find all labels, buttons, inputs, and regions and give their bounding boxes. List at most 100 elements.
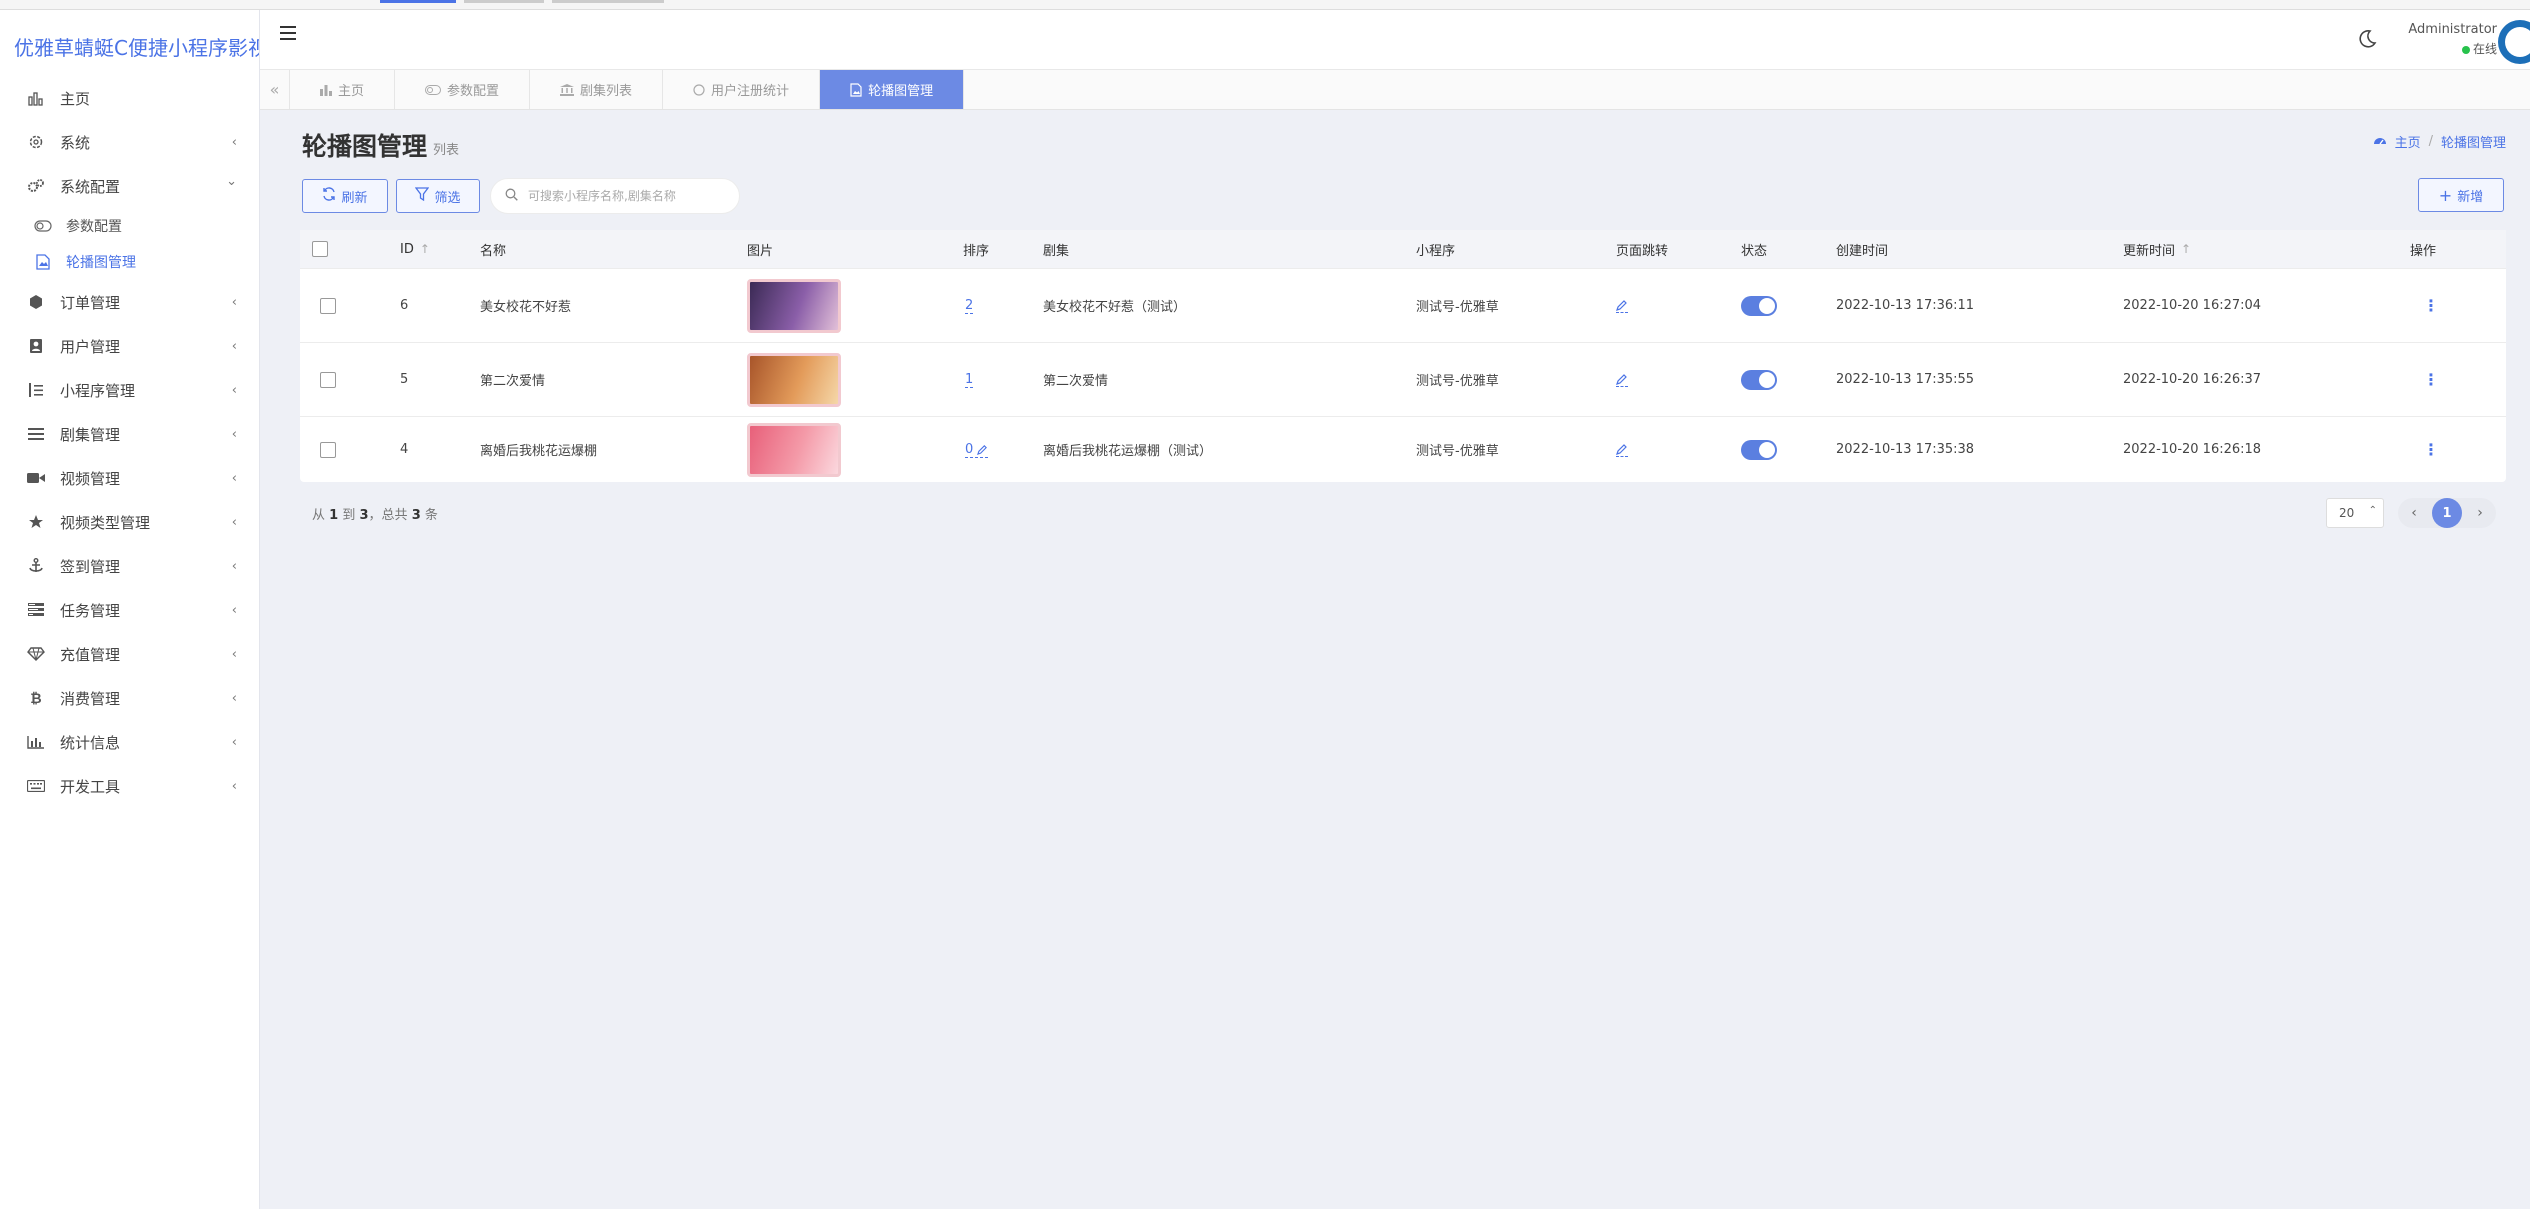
sidebar-item-label: 主页	[60, 89, 91, 108]
caret-up-icon: ⌃	[2368, 505, 2377, 516]
online-dot-icon	[2461, 45, 2470, 54]
row-created: 2022-10-13 17:35:55	[1836, 372, 1975, 387]
sidebar-item-recharge[interactable]: 充值管理 ‹	[0, 632, 259, 676]
row-id: 5	[400, 372, 409, 387]
select-all-checkbox[interactable]	[312, 241, 328, 257]
sidebar-item-home[interactable]: 主页	[0, 76, 259, 120]
row-updated: 2022-10-20 16:26:37	[2123, 372, 2262, 387]
sidebar-item-tasks[interactable]: 任务管理 ‹	[0, 588, 259, 632]
more-actions-icon[interactable]: ⋮	[2423, 371, 2439, 388]
chevron-left-icon: ‹	[231, 779, 237, 794]
sidebar-item-system[interactable]: 系统 ‹	[0, 120, 259, 164]
sidebar-item-label: 开发工具	[60, 777, 121, 796]
sort-icon: ↑	[419, 242, 430, 256]
chevron-left-icon: ‹	[231, 383, 237, 398]
col-sort: 排序	[963, 243, 990, 259]
row-checkbox[interactable]	[320, 371, 336, 388]
tab-params[interactable]: 参数配置	[395, 70, 531, 109]
page-title: 轮播图管理	[302, 132, 428, 161]
sidebar-item-label: 任务管理	[60, 601, 121, 620]
sidebar-item-consumption[interactable]: ₿ 消费管理 ‹	[0, 676, 259, 720]
col-id[interactable]: ID ↑	[400, 242, 430, 257]
circle-icon	[693, 83, 705, 96]
breadcrumb: 主页 / 轮播图管理	[2373, 132, 2506, 151]
refresh-button[interactable]: 刷新	[302, 179, 388, 213]
status-toggle[interactable]	[1741, 369, 1777, 390]
add-button[interactable]: + 新增	[2418, 178, 2504, 212]
filter-button[interactable]: 筛选	[396, 179, 480, 213]
row-checkbox[interactable]	[320, 441, 336, 458]
row-thumbnail[interactable]	[747, 278, 841, 333]
pagination-info: 从 1 到 3，总共 3 条	[312, 508, 438, 523]
avatar[interactable]	[2498, 20, 2530, 64]
search-input[interactable]	[528, 189, 728, 203]
col-jump: 页面跳转	[1616, 243, 1669, 259]
dark-mode-icon[interactable]	[2356, 28, 2380, 52]
page-size-select[interactable]: 20 ⌃	[2326, 498, 2384, 528]
tab-home[interactable]: 主页	[290, 70, 396, 109]
sidebar-item-system-config[interactable]: 系统配置 ⌄	[0, 164, 259, 208]
list-icon	[26, 424, 46, 444]
sidebar-item-stats[interactable]: 统计信息 ‹	[0, 720, 259, 764]
page-1-button[interactable]: 1	[2432, 498, 2462, 528]
row-updated: 2022-10-20 16:26:18	[2123, 442, 2262, 457]
sidebar-item-label: 充值管理	[60, 645, 121, 664]
sidebar-item-video-types[interactable]: 视频类型管理 ‹	[0, 500, 259, 544]
sidebar-subitem-carousel[interactable]: 轮播图管理	[0, 244, 259, 280]
edit-icon[interactable]	[1616, 373, 1628, 387]
row-updated: 2022-10-20 16:27:04	[2123, 298, 2262, 313]
sidebar-item-label: 系统配置	[60, 177, 121, 196]
filter-icon	[415, 187, 430, 205]
sidebar-subitem-params[interactable]: 参数配置	[0, 208, 259, 244]
tab-series-list[interactable]: 剧集列表	[530, 70, 664, 109]
brand-title[interactable]: 优雅草蜻蜓C便捷小程序影视	[0, 10, 259, 76]
col-updated[interactable]: 更新时间 ↑	[2123, 240, 2191, 259]
video-icon	[26, 468, 46, 488]
edit-icon	[977, 444, 988, 455]
edit-icon[interactable]	[1616, 299, 1628, 313]
dashboard-icon	[2373, 134, 2387, 150]
sidebar-item-users[interactable]: 用户管理 ‹	[0, 324, 259, 368]
menu-toggle-icon[interactable]	[280, 26, 296, 40]
row-sort-link[interactable]: 2	[965, 298, 974, 314]
row-thumbnail[interactable]	[747, 422, 841, 477]
sidebar-item-label: 视频类型管理	[60, 513, 151, 532]
pagination: ‹ 1 ›	[2398, 498, 2496, 528]
more-actions-icon[interactable]: ⋮	[2423, 297, 2439, 314]
breadcrumb-current[interactable]: 轮播图管理	[2441, 132, 2506, 151]
row-series: 离婚后我桃花运爆棚（测试）	[1043, 444, 1213, 459]
tab-user-register-stats[interactable]: 用户注册统计	[663, 70, 821, 109]
chevron-left-icon: ‹	[231, 691, 237, 706]
sidebar-item-checkin[interactable]: 签到管理 ‹	[0, 544, 259, 588]
breadcrumb-home[interactable]: 主页	[2395, 132, 2421, 151]
row-sort-link[interactable]: 1	[965, 372, 974, 388]
anchor-icon	[26, 556, 46, 576]
row-checkbox[interactable]	[320, 297, 336, 314]
more-actions-icon[interactable]: ⋮	[2423, 441, 2439, 458]
row-id: 6	[400, 298, 409, 313]
table-header: ID ↑ 名称 图片 排序 剧集 小程序 页面跳转 状态 创建时间 更新时间 ↑ 操…	[300, 230, 2506, 268]
edit-icon[interactable]	[1616, 443, 1628, 457]
plus-icon: +	[2438, 185, 2453, 205]
sidebar-item-devtools[interactable]: 开发工具 ‹	[0, 764, 259, 808]
chevron-left-icon: ‹	[231, 295, 237, 310]
sidebar-item-label: 签到管理	[60, 557, 121, 576]
row-series: 第二次爱情	[1043, 374, 1109, 389]
sidebar-item-orders[interactable]: 订单管理 ‹	[0, 280, 259, 324]
tab-carousel[interactable]: 轮播图管理	[820, 70, 965, 109]
sidebar-item-miniapps[interactable]: 小程序管理 ‹	[0, 368, 259, 412]
tasks-icon	[26, 600, 46, 620]
tab-scroll-left-icon[interactable]: «	[260, 70, 290, 109]
prev-page-icon[interactable]: ‹	[2404, 505, 2424, 521]
status-toggle[interactable]	[1741, 439, 1777, 460]
sidebar-item-series[interactable]: 剧集管理 ‹	[0, 412, 259, 456]
row-id: 4	[400, 442, 409, 457]
next-page-icon[interactable]: ›	[2470, 505, 2490, 521]
sidebar-item-videos[interactable]: 视频管理 ‹	[0, 456, 259, 500]
status-toggle[interactable]	[1741, 295, 1777, 316]
row-thumbnail[interactable]	[747, 352, 841, 407]
sidebar-item-label: 统计信息	[60, 733, 121, 752]
search-box[interactable]	[490, 178, 740, 214]
row-sort-link[interactable]: 0	[965, 442, 989, 458]
user-info[interactable]: Administrator 在线	[2408, 22, 2497, 57]
